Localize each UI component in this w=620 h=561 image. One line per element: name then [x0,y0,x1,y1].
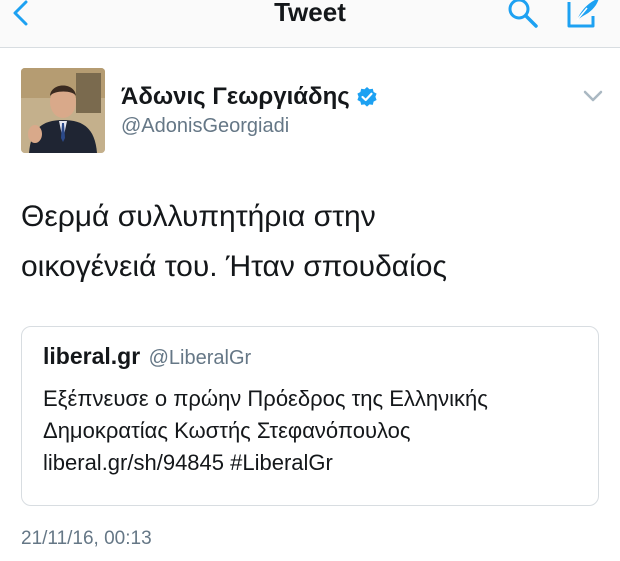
quoted-author-handle: @LiberalGr [148,347,252,369]
search-icon[interactable] [505,0,541,30]
quoted-text-line: Εξέπνευσε ο πρώην Πρόεδρος της Ελληνικής [43,386,488,411]
quoted-text-line: liberal.gr/sh/94845 #LiberalGr [43,450,333,475]
avatar[interactable] [21,68,105,153]
author-row: Άδωνις Γεωργιάδης [121,82,378,112]
verified-badge-icon [357,87,377,107]
compose-icon[interactable] [563,0,603,32]
quoted-text-line: Δημοκρατίας Κωστής Στεφανόπουλος [43,418,411,443]
tweet-text-line: οικογένειά του. Ήταν σπουδαίος [21,250,447,283]
quoted-tweet-header: liberal.gr @LiberalGr [43,343,251,370]
nav-bar: Tweet [0,0,620,48]
avatar-image [21,68,105,153]
author-name[interactable]: Άδωνις Γεωργιάδης [121,83,350,111]
tweet-text-line: Θερμά συλλυπητήρια στην [21,200,376,233]
author-handle[interactable]: @AdonisGeorgiadi [121,115,289,138]
quoted-author-name: liberal.gr [43,343,141,369]
quoted-tweet-card[interactable]: liberal.gr @LiberalGr Εξέπνευσε ο πρώην … [21,326,599,506]
tweet-text: Θερμά συλλυπητήρια στην οικογένειά του. … [21,192,601,292]
tweet-timestamp: 21/11/16, 00:13 [21,528,152,549]
chevron-down-icon[interactable] [582,88,604,104]
quoted-tweet-text: Εξέπνευσε ο πρώην Πρόεδρος της Ελληνικής… [43,383,583,479]
